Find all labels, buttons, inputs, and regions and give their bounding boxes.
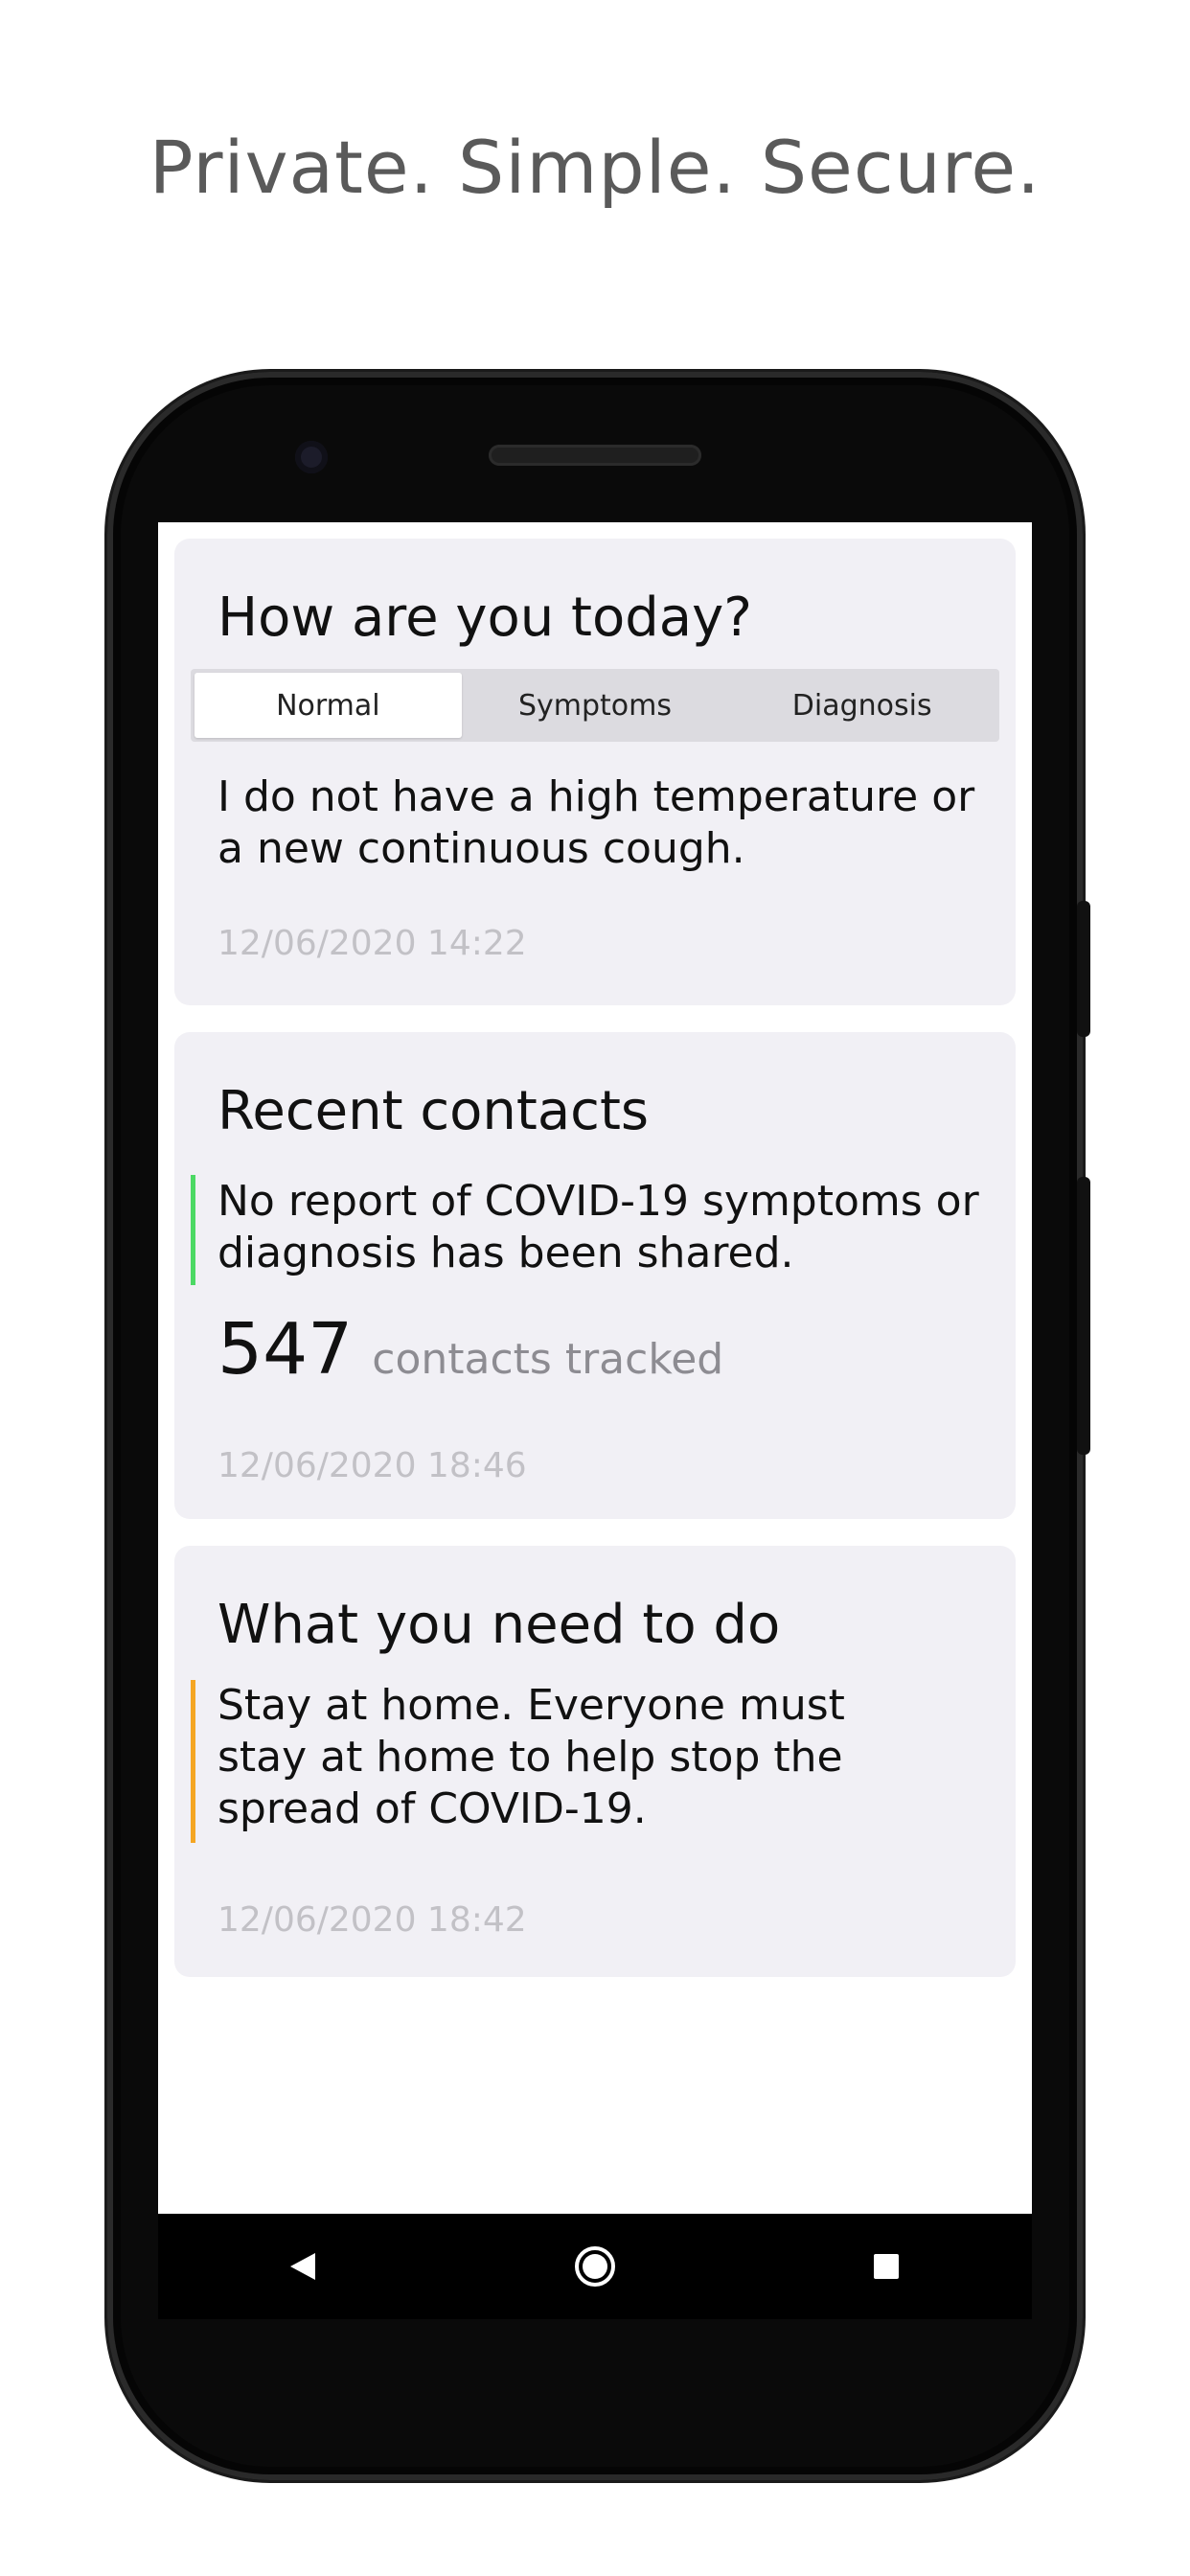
back-button[interactable] bbox=[251, 2214, 356, 2319]
contacts-count: 547 bbox=[217, 1308, 354, 1391]
advice-timestamp: 12/06/2020 18:42 bbox=[217, 1900, 527, 1940]
contacts-count-label: contacts tracked bbox=[372, 1335, 724, 1384]
contacts-card-title: Recent contacts bbox=[217, 1080, 650, 1142]
back-triangle-icon bbox=[290, 2253, 315, 2280]
home-circle-icon bbox=[575, 2246, 615, 2287]
android-nav-bar bbox=[158, 2214, 1032, 2319]
tab-symptoms[interactable]: Symptoms bbox=[462, 673, 729, 738]
status-timestamp: 12/06/2020 14:22 bbox=[217, 924, 527, 963]
app-screen: How are you today? Normal Symptoms Diagn… bbox=[158, 522, 1032, 2214]
contacts-message: No report of COVID-19 symptoms or diagno… bbox=[217, 1177, 979, 1277]
advice-card-title: What you need to do bbox=[217, 1594, 781, 1656]
power-button bbox=[1077, 901, 1090, 1037]
tab-normal[interactable]: Normal bbox=[195, 673, 462, 738]
contacts-card: Recent contacts No report of COVID-19 sy… bbox=[174, 1032, 1016, 1519]
contacts-status-bar bbox=[191, 1175, 195, 1285]
status-segmented-control: Normal Symptoms Diagnosis bbox=[191, 669, 999, 742]
front-camera-icon bbox=[295, 441, 328, 473]
status-description: I do not have a high temperature or a ne… bbox=[217, 772, 975, 873]
contacts-timestamp: 12/06/2020 18:46 bbox=[217, 1446, 527, 1485]
status-card-title: How are you today? bbox=[217, 586, 752, 649]
earpiece-speaker bbox=[489, 445, 701, 466]
tab-diagnosis[interactable]: Diagnosis bbox=[728, 673, 995, 738]
home-button[interactable] bbox=[542, 2214, 648, 2319]
status-card: How are you today? Normal Symptoms Diagn… bbox=[174, 539, 1016, 1005]
recents-button[interactable] bbox=[834, 2214, 939, 2319]
tagline: Private. Simple. Secure. bbox=[149, 125, 1041, 210]
advice-message: Stay at home. Everyone must stay at home… bbox=[217, 1681, 845, 1833]
advice-status-bar bbox=[191, 1680, 195, 1843]
volume-button bbox=[1077, 1177, 1090, 1455]
recents-square-icon bbox=[874, 2254, 899, 2279]
contacts-count-row: 547 contacts tracked bbox=[217, 1308, 723, 1391]
advice-card: What you need to do Stay at home. Everyo… bbox=[174, 1546, 1016, 1977]
